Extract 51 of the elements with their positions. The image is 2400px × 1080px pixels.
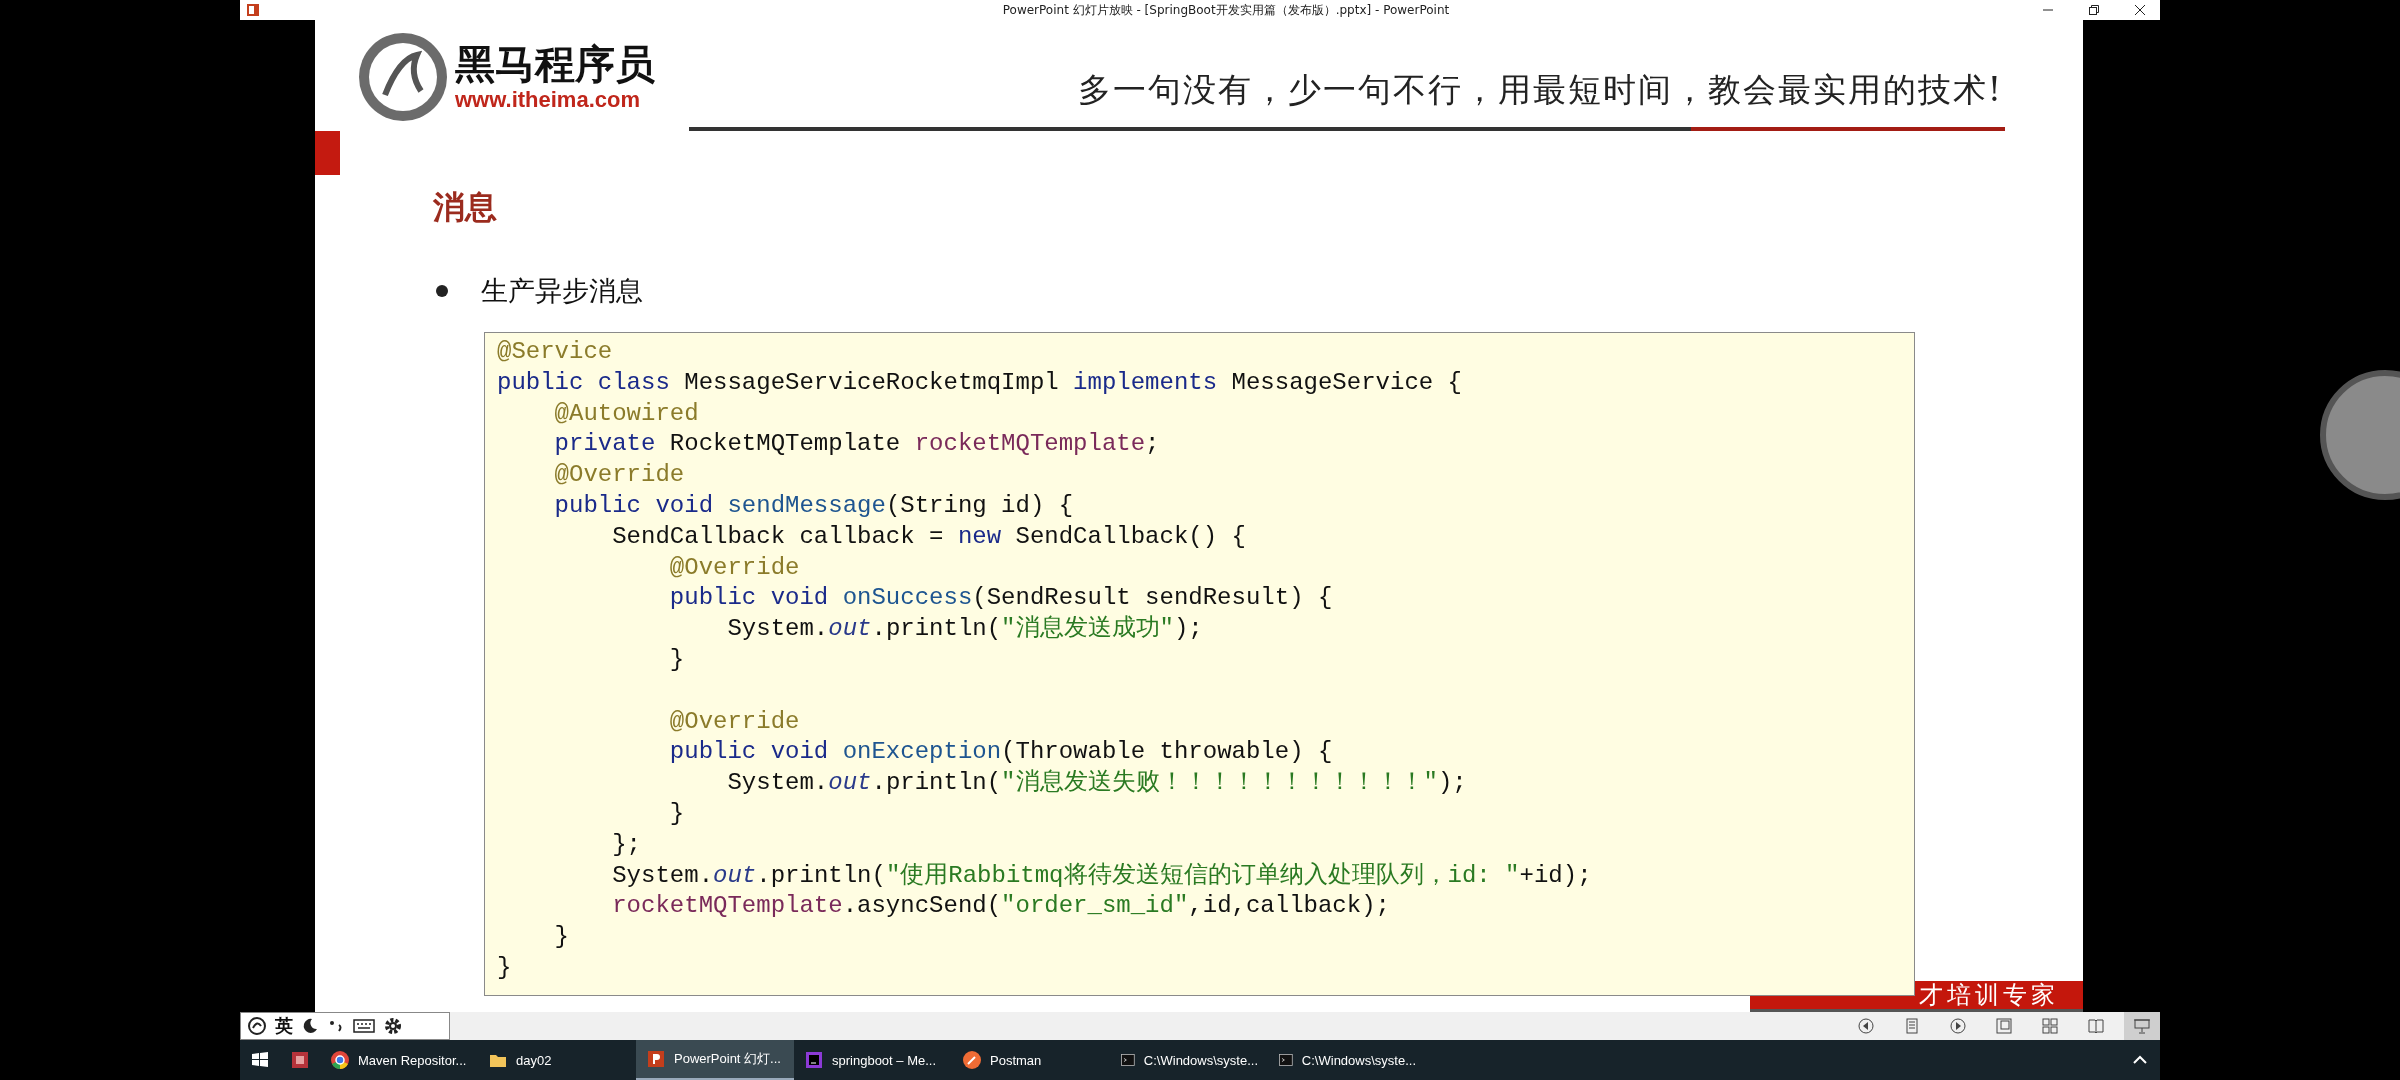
code-line: System.out.println("使用Rabbitmq将待发送短信的订单纳入处理队列，id: "+id); <box>611 860 1592 891</box>
language-mode[interactable]: 英 <box>275 1014 293 1038</box>
slideshow-view-icon[interactable] <box>2124 1012 2160 1040</box>
taskbar-button[interactable]: springboot – Me... <box>794 1040 952 1080</box>
code-line: @Override <box>553 460 685 491</box>
windows-icon <box>250 1050 270 1070</box>
taskbar-button[interactable]: day02 <box>478 1040 636 1080</box>
ide-app-icon <box>804 1050 824 1070</box>
restore-icon[interactable] <box>2088 4 2100 16</box>
slogan: 多一句没有，少一句不行，用最短时间，教会最实用的技术! <box>1077 69 2003 111</box>
app-icon <box>290 1050 310 1070</box>
app-icon <box>962 1050 982 1070</box>
code-line: @Autowired <box>553 398 699 429</box>
accent-bar <box>315 131 340 175</box>
code-line: public void sendMessage(String id) { <box>553 491 1074 521</box>
code-line: }; <box>611 829 642 860</box>
window-title: PowerPoint 幻灯片放映 - [SpringBoot开发实用篇（发布版）.pptx] - PowerPoint <box>1001 1 1450 19</box>
code-line: @Service <box>497 337 613 367</box>
chevron-up-icon[interactable] <box>2132 1055 2148 1065</box>
taskbar-button[interactable]: Maven Repositor... <box>320 1040 478 1080</box>
code-line: private RocketMQTemplate rocketMQTemplate; <box>553 429 1160 460</box>
bullet-text: 生产异步消息 <box>481 274 643 308</box>
code-line: public void onSuccess(SendResult sendResult) { <box>668 583 1333 614</box>
taskbar-button[interactable]: C:\Windows\syste... <box>1110 1040 1268 1080</box>
moon-icon[interactable] <box>301 1017 319 1035</box>
taskbar-button[interactable]: Postman <box>952 1040 1110 1080</box>
code-line: } <box>497 952 512 983</box>
logo-url: www.itheima.com <box>455 87 641 113</box>
presentation-app-icon <box>646 1049 666 1069</box>
code-line: public void onException(Throwable throwable) { <box>668 737 1333 768</box>
code-line: } <box>553 922 569 953</box>
code-line: rocketMQTemplate.asyncSend("order_sm_id",id,callback); <box>611 891 1390 922</box>
code-line: SendCallback callback = new SendCallback() { <box>611 521 1246 552</box>
slide-heading: 消息 <box>433 187 497 227</box>
keyboard-icon[interactable] <box>353 1018 375 1034</box>
bullet-icon <box>435 284 449 298</box>
code-line: @Override <box>668 552 800 583</box>
taskbar-button[interactable]: PowerPoint 幻灯... <box>636 1040 794 1080</box>
taskbar-button[interactable]: C:\Windows\syste... <box>1268 1040 1426 1080</box>
browser-icon <box>330 1050 350 1070</box>
close-icon[interactable] <box>2134 4 2146 16</box>
ime-icon[interactable] <box>247 1016 267 1036</box>
settings-icon[interactable] <box>383 1016 403 1036</box>
code-line: System.out.println("消息发送失败！！！！！！！！！！！"); <box>726 768 1467 799</box>
code-line: System.out.println("消息发送成功"); <box>726 614 1203 645</box>
code-line: @Override <box>668 706 800 737</box>
logo-name: 黑马程序员 <box>455 41 655 87</box>
code-line: } <box>668 644 685 675</box>
code-line: public class MessageServiceRocketmqImpl implements MessageService { <box>497 367 1462 398</box>
code-line: } <box>668 798 685 829</box>
powerpoint-icon <box>246 3 260 17</box>
